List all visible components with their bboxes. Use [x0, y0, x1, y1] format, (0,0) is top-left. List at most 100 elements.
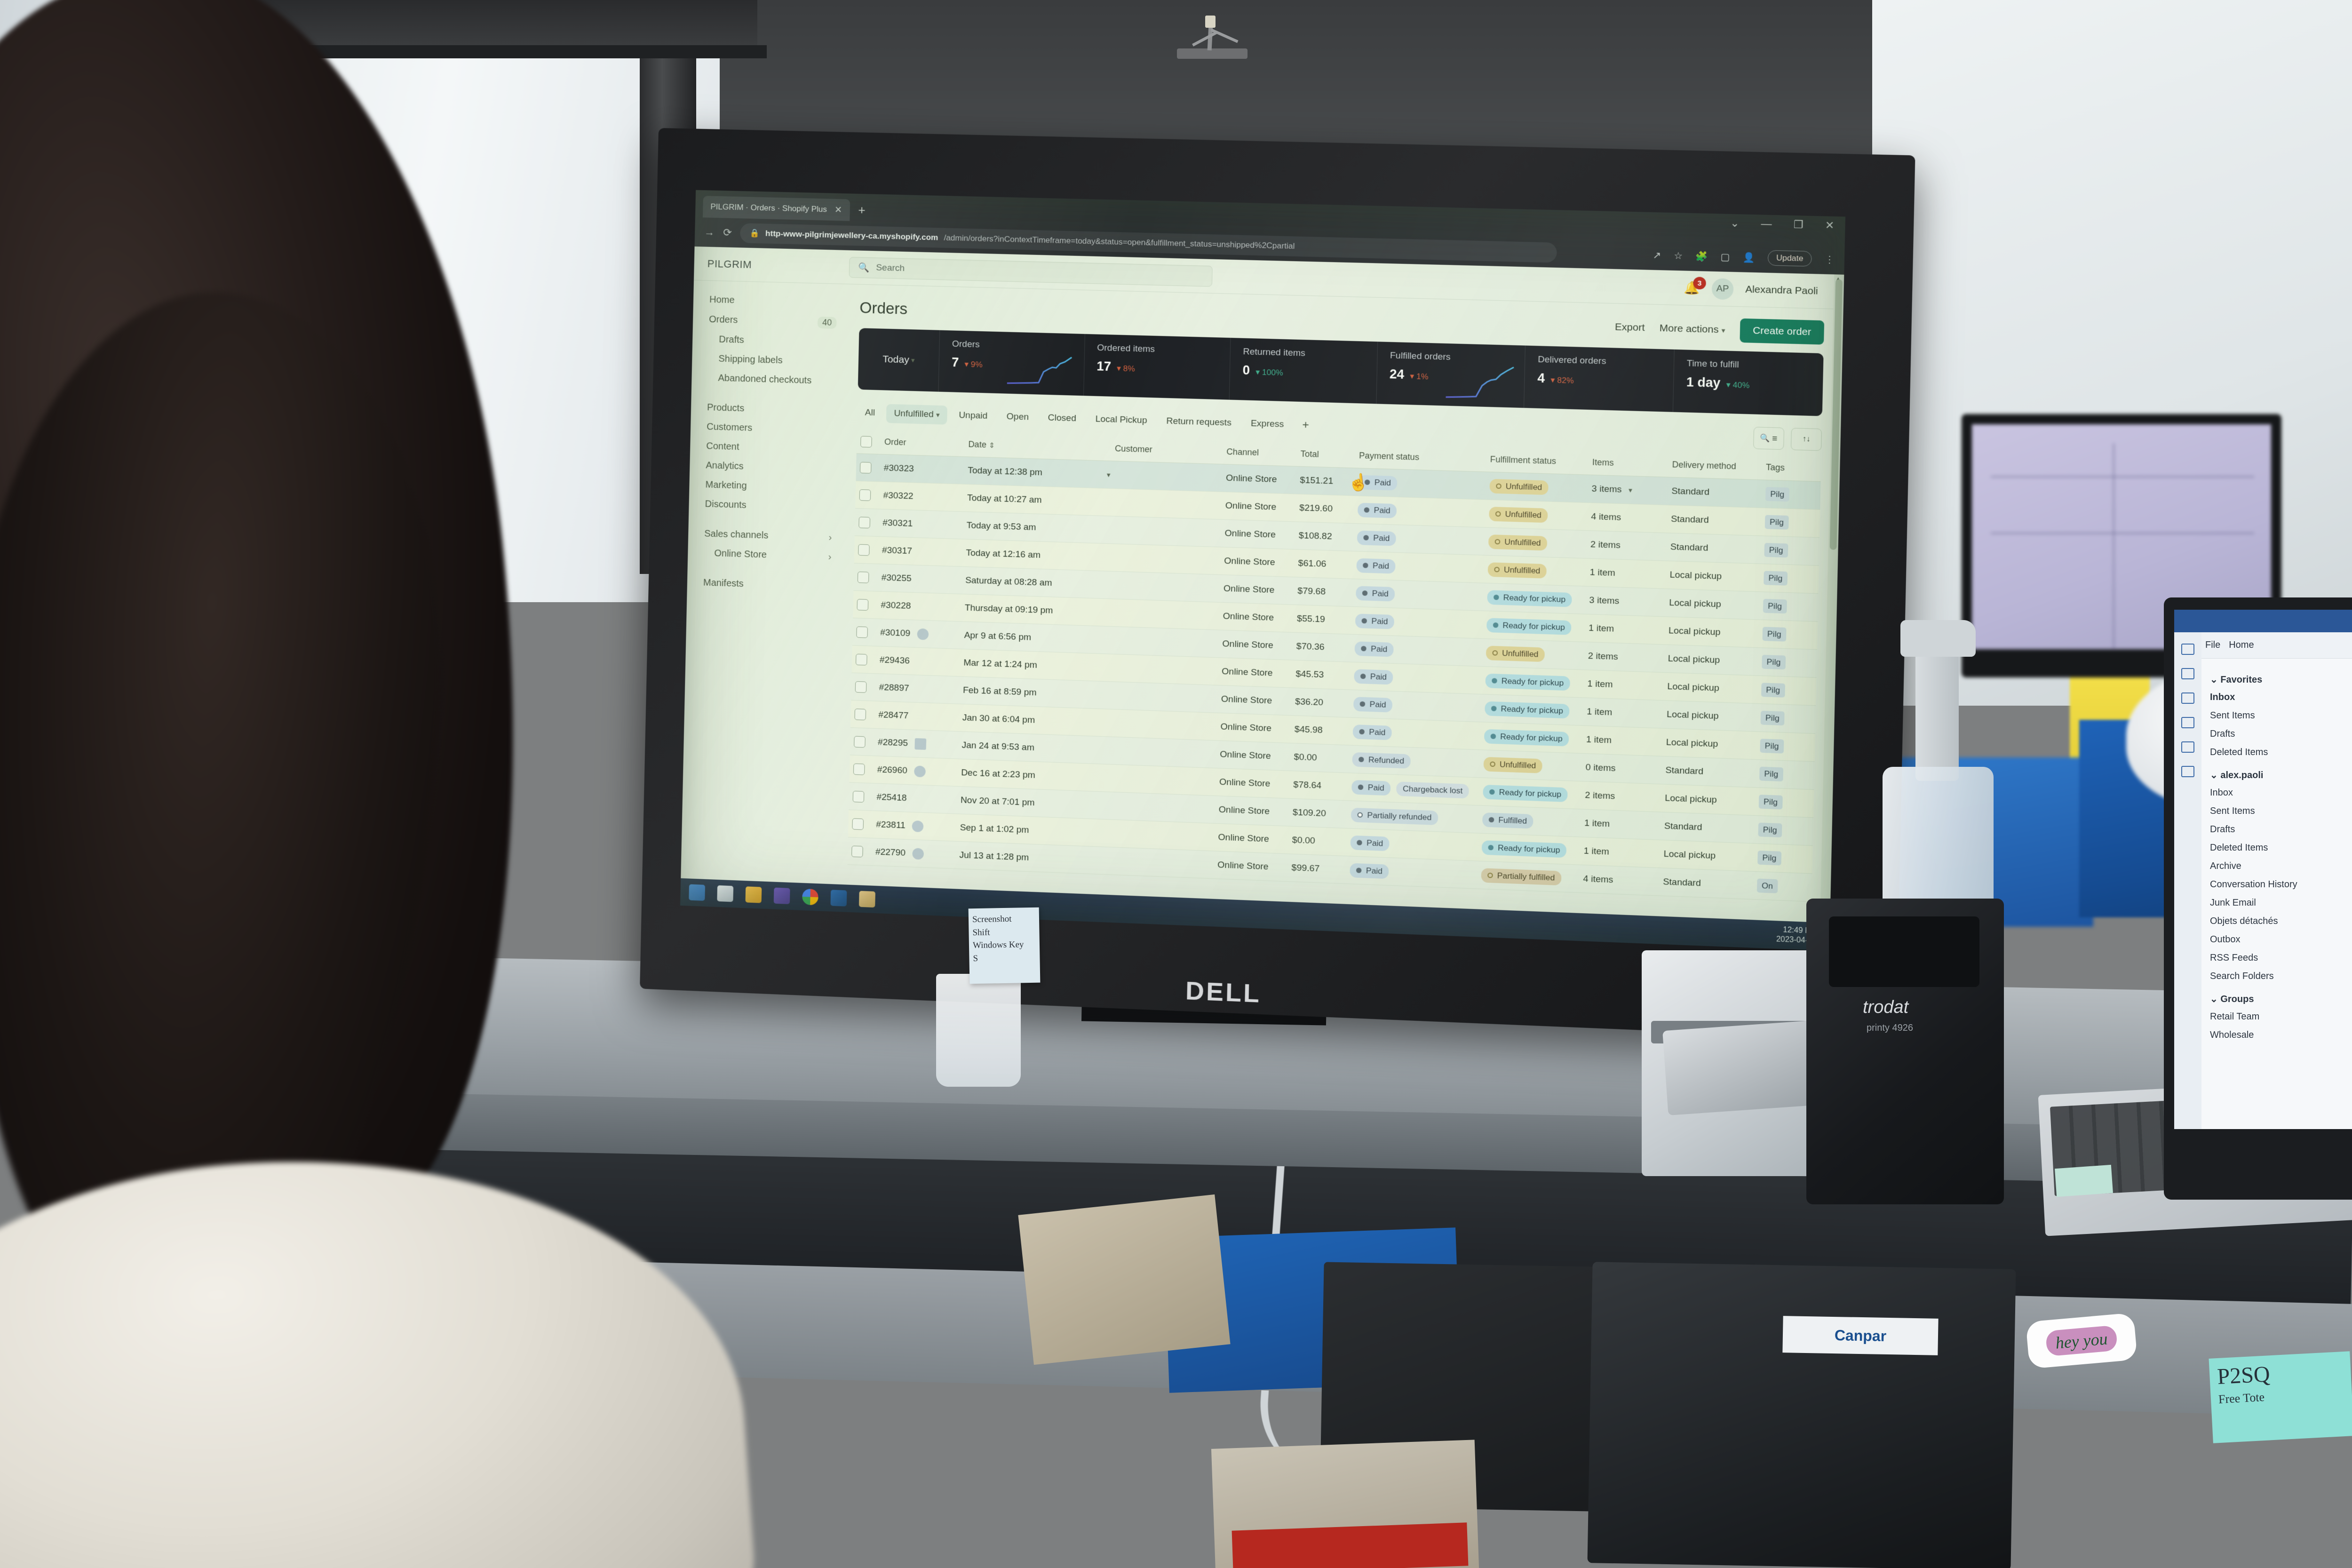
more-menu-icon[interactable]: ⋮ — [1825, 253, 1835, 265]
sort-icon[interactable]: ↑↓ — [1790, 428, 1822, 451]
minimize-icon[interactable]: — — [1761, 218, 1772, 231]
bookmark-star-icon[interactable]: ☆ — [1674, 249, 1683, 262]
folder-drafts[interactable]: Drafts — [2210, 725, 2352, 743]
cell-order[interactable]: #30323 — [883, 463, 968, 476]
tab-local-pickup[interactable]: Local Pickup — [1088, 410, 1155, 430]
calculator-icon[interactable] — [717, 885, 734, 902]
export-button[interactable]: Export — [1615, 321, 1645, 334]
row-checkbox[interactable] — [856, 626, 868, 638]
row-checkbox[interactable] — [858, 516, 871, 528]
menu-file[interactable]: File — [2205, 640, 2220, 651]
cell-order[interactable]: #28477 — [878, 709, 962, 723]
update-button[interactable]: Update — [1767, 250, 1812, 267]
create-order-button[interactable]: Create order — [1740, 318, 1825, 345]
metric-card-fulfilled-orders[interactable]: Fulfilled orders 24 ▾ 1% — [1376, 342, 1526, 408]
outlook-icon[interactable] — [830, 890, 847, 907]
avatar[interactable]: AP — [1711, 278, 1734, 300]
cell-order[interactable]: #30317 — [882, 545, 966, 558]
metric-card-ordered-items[interactable]: Ordered items 17 ▾ 8% — [1083, 334, 1231, 400]
folder-inbox[interactable]: Inbox — [2210, 688, 2352, 707]
folder-group-account[interactable]: ⌄ alex.paoli — [2210, 762, 2352, 784]
tab-open[interactable]: Open — [999, 407, 1037, 427]
apps-grid-icon[interactable] — [2181, 766, 2194, 777]
row-checkbox[interactable] — [857, 598, 869, 611]
tab-unpaid[interactable]: Unpaid — [951, 406, 995, 426]
folder-sent-items[interactable]: Sent Items — [2210, 802, 2352, 820]
row-checkbox[interactable] — [857, 571, 869, 583]
folder-search-folders[interactable]: Search Folders — [2210, 967, 2352, 986]
new-tab-icon[interactable]: + — [858, 203, 866, 217]
cell-order[interactable]: #28295 — [878, 737, 962, 751]
chevron-down-icon[interactable]: ▾ — [1107, 470, 1111, 479]
tab-all[interactable]: All — [857, 403, 882, 423]
metric-card-returned-items[interactable]: Returned items 0 ▾ 100% — [1229, 338, 1378, 404]
profile-icon[interactable]: 👤 — [1742, 251, 1755, 263]
metric-card-delivered-orders[interactable]: Delivered orders 4 ▾ 82% — [1524, 345, 1675, 412]
cell-order[interactable]: #26960 — [877, 764, 961, 779]
row-checkbox[interactable] — [851, 845, 863, 857]
row-checkbox[interactable] — [859, 462, 872, 474]
cell-order[interactable]: #23811 — [876, 819, 960, 834]
collapse-icon[interactable]: ⌄ — [1730, 217, 1740, 230]
tasks-icon[interactable] — [2181, 717, 2194, 728]
metric-card-orders[interactable]: Orders 7 ▾ 9% — [938, 330, 1085, 396]
folder-drafts[interactable]: Drafts — [2210, 820, 2352, 839]
start-icon[interactable] — [689, 884, 706, 901]
user-name[interactable]: Alexandra Paoli — [1745, 284, 1818, 297]
menu-home[interactable]: Home — [2229, 640, 2254, 651]
restore-icon[interactable]: ❐ — [1794, 218, 1804, 231]
todo-check-icon[interactable] — [2181, 741, 2194, 753]
select-all-checkbox[interactable] — [860, 436, 872, 447]
group-retail-team[interactable]: Retail Team — [2210, 1008, 2352, 1026]
folder-junk-email[interactable]: Junk Email — [2210, 894, 2352, 912]
notifications-button[interactable]: 🔔 3 — [1684, 277, 1706, 296]
cell-order[interactable]: #30321 — [882, 517, 967, 531]
cell-order[interactable]: #29436 — [880, 655, 964, 668]
forward-arrow-icon[interactable]: → — [704, 226, 715, 239]
cell-order[interactable]: #22790 — [875, 846, 960, 861]
row-checkbox[interactable] — [855, 681, 867, 693]
folder-deleted-items[interactable]: Deleted Items — [2210, 743, 2352, 762]
chrome-icon[interactable] — [802, 888, 819, 906]
more-actions-button[interactable]: More actions ▾ — [1660, 323, 1725, 336]
search-filter-icon[interactable]: 🔍 ≡ — [1753, 427, 1785, 450]
calendar-icon[interactable] — [2181, 668, 2194, 679]
cell-order[interactable]: #28897 — [879, 682, 963, 695]
browser-tab[interactable]: PILGRIM · Orders · Shopify Plus ✕ — [702, 196, 850, 221]
cell-order[interactable]: #25418 — [876, 792, 961, 805]
share-icon[interactable]: ↗ — [1653, 249, 1661, 261]
extensions-puzzle-icon[interactable]: 🧩 — [1695, 250, 1708, 263]
mail-icon[interactable] — [2181, 644, 2194, 655]
add-view-button[interactable]: + — [1295, 416, 1316, 434]
tab-return-requests[interactable]: Return requests — [1159, 412, 1240, 433]
close-window-icon[interactable]: ✕ — [1825, 219, 1835, 232]
folder-conversation-history[interactable]: Conversation History — [2210, 876, 2352, 894]
cell-order[interactable]: #30255 — [881, 573, 965, 586]
close-icon[interactable]: ✕ — [834, 204, 842, 215]
folder-archive[interactable]: Archive — [2210, 857, 2352, 876]
people-icon[interactable] — [2181, 692, 2194, 704]
chevron-down-icon[interactable]: ▾ — [1629, 486, 1632, 494]
row-checkbox[interactable] — [859, 489, 871, 501]
folder-group-groups[interactable]: ⌄ Groups — [2210, 986, 2352, 1008]
file-explorer-icon[interactable] — [745, 886, 762, 903]
tab-express[interactable]: Express — [1243, 414, 1292, 434]
row-checkbox[interactable] — [855, 653, 867, 666]
cell-order[interactable]: #30109 — [880, 627, 964, 641]
row-checkbox[interactable] — [852, 818, 864, 830]
cell-order[interactable]: #30322 — [883, 490, 967, 503]
metric-card-time-to-fulfill[interactable]: Time to fulfill 1 day ▾ 40% — [1673, 350, 1823, 416]
row-checkbox[interactable] — [858, 544, 870, 556]
folder-inbox[interactable]: Inbox — [2210, 784, 2352, 802]
row-checkbox[interactable] — [852, 790, 865, 803]
search-input[interactable]: 🔍 Search — [849, 256, 1213, 287]
folder-sent-items[interactable]: Sent Items — [2210, 707, 2352, 725]
folder-group-favorites[interactable]: ⌄ Favorites — [2210, 666, 2352, 688]
teams-icon[interactable] — [773, 887, 790, 904]
tab-closed[interactable]: Closed — [1040, 408, 1084, 429]
column-date[interactable]: Date ⇕ — [968, 439, 1115, 454]
folder-outbox[interactable]: Outbox — [2210, 931, 2352, 949]
row-checkbox[interactable] — [854, 708, 866, 720]
folder-rss-feeds[interactable]: RSS Feeds — [2210, 949, 2352, 967]
folder-objets-detaches[interactable]: Objets détachés — [2210, 912, 2352, 931]
